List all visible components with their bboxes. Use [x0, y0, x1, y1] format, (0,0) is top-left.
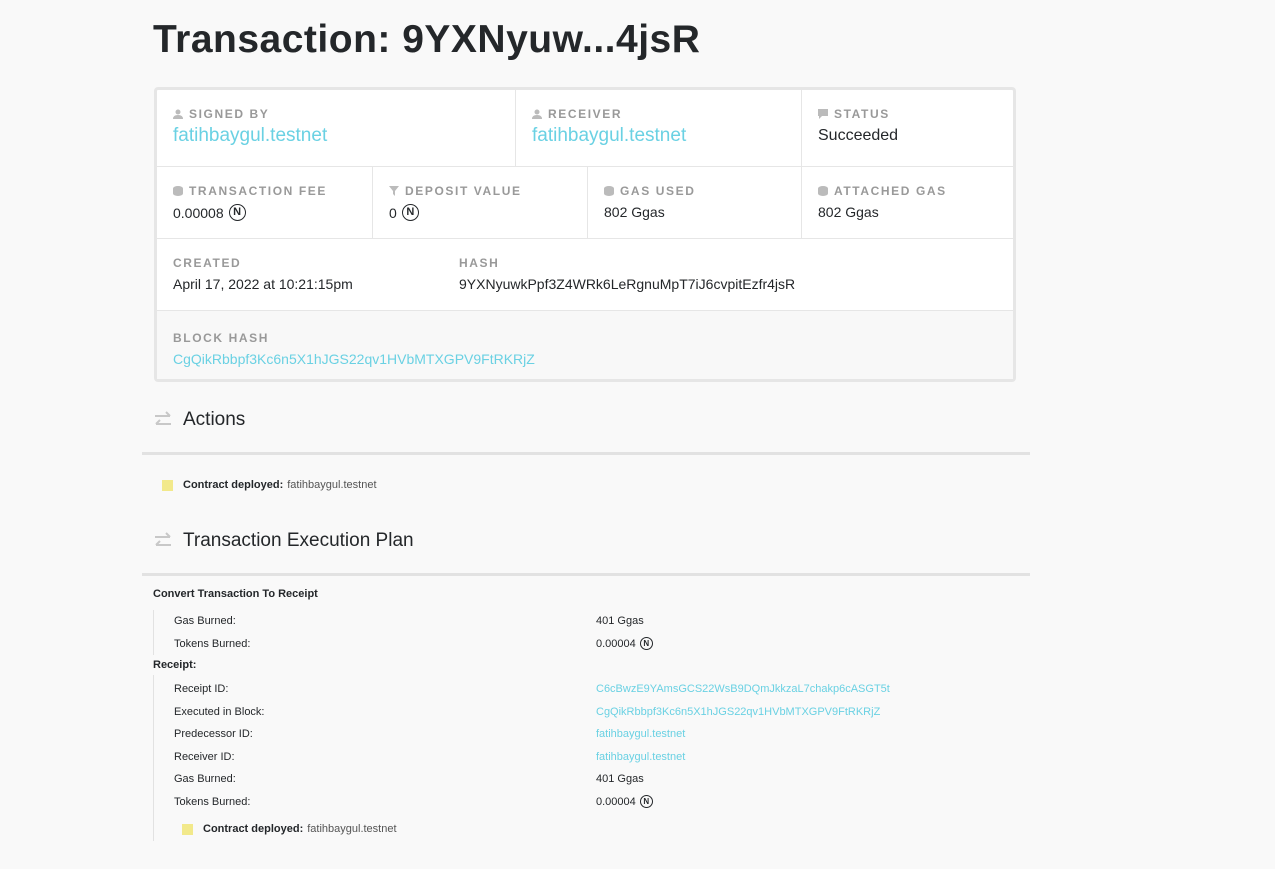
receipt-action-account: fatihbaygul.testnet: [307, 823, 397, 835]
hash-label: HASH: [459, 256, 500, 270]
receipt-row: Predecessor ID: fatihbaygul.testnet: [174, 723, 1030, 746]
execution-plan-header: Transaction Execution Plan: [153, 530, 414, 552]
transaction-overview-card: SIGNED BY fatihbaygul.testnet RECEIVER f…: [154, 87, 1016, 382]
receipt-id-link[interactable]: C6cBwzE9YAmsGCS22WsB9DQmJkkzaL7chakp6cAS…: [596, 683, 890, 695]
executed-block-link[interactable]: CgQikRbbpf3Kc6n5X1hJGS22qv1HVbMTXGPV9FtR…: [596, 706, 880, 718]
receipt-row: Executed in Block: CgQikRbbpf3Kc6n5X1hJG…: [174, 701, 1030, 724]
receiver-label: RECEIVER: [548, 107, 623, 121]
convert-key: Tokens Burned:: [174, 637, 251, 650]
receipt-row: Receiver ID: fatihbaygul.testnet: [174, 746, 1030, 769]
receipt-key: Predecessor ID:: [174, 728, 253, 741]
attached-gas-value: 802 Ggas: [818, 204, 879, 220]
block-hash-link[interactable]: CgQikRbbpf3Kc6n5X1hJGS22qv1HVbMTXGPV9FtR…: [173, 351, 1013, 367]
hash-value: 9YXNyuwkPpf3Z4WRk6LeRgnuMpT7iJ6cvpitEzfr…: [459, 276, 796, 292]
receipt-block: Receipt ID: C6cBwzE9YAmsGCS22WsB9DQmJkkz…: [153, 675, 1030, 841]
execution-plan-divider: [142, 573, 1030, 576]
action-label: Contract deployed:: [183, 479, 284, 491]
page-title: Transaction: 9YXNyuw...4jsR: [153, 18, 701, 61]
exchange-icon: [155, 532, 171, 546]
actions-divider: [142, 452, 1030, 455]
attached-gas-cell: ATTACHED GAS 802 Ggas: [802, 167, 1013, 239]
coins-icon: [173, 186, 183, 196]
convert-value: 0.00004: [596, 637, 636, 650]
created-label: CREATED: [173, 256, 242, 270]
actions-title: Actions: [183, 409, 246, 430]
deposit-value: 0: [389, 204, 397, 221]
file-icon: [162, 479, 173, 491]
convert-row: Tokens Burned: 0.00004 N: [174, 633, 1030, 656]
status-cell: STATUS Succeeded: [802, 90, 1013, 167]
receipt-key: Receipt ID:: [174, 683, 229, 696]
execution-plan-title: Transaction Execution Plan: [183, 530, 414, 551]
fee-label: TRANSACTION FEE: [189, 184, 327, 198]
receipt-key: Tokens Burned:: [174, 795, 251, 808]
signed-by-label: SIGNED BY: [189, 107, 270, 121]
near-icon: N: [639, 637, 653, 651]
receipt-row: Receipt ID: C6cBwzE9YAmsGCS22WsB9DQmJkkz…: [174, 678, 1030, 701]
receipt-action-label: Contract deployed:: [203, 823, 304, 835]
receiver-id-link[interactable]: fatihbaygul.testnet: [596, 751, 685, 763]
actions-header: Actions: [153, 409, 245, 431]
block-hash-cell: BLOCK HASH CgQikRbbpf3Kc6n5X1hJGS22qv1HV…: [157, 311, 1013, 379]
file-icon: [182, 823, 193, 835]
database-icon: [818, 186, 828, 196]
convert-title: Convert Transaction To Receipt: [153, 588, 318, 600]
convert-row: Gas Burned: 401 Ggas: [174, 610, 1030, 633]
signed-by-link[interactable]: fatihbaygul.testnet: [173, 125, 515, 147]
comment-icon: [818, 109, 828, 119]
receiver-cell: RECEIVER fatihbaygul.testnet: [516, 90, 802, 167]
execution-plan: Convert Transaction To Receipt Gas Burne…: [153, 588, 1030, 841]
deposit-cell: DEPOSIT VALUE 0 N: [373, 167, 588, 239]
hash-cell: HASH 9YXNyuwkPpf3Z4WRk6LeRgnuMpT7iJ6cvpi…: [443, 239, 1013, 311]
gas-used-value: 802 Ggas: [604, 204, 665, 220]
action-account: fatihbaygul.testnet: [287, 479, 377, 491]
status-value: Succeeded: [818, 127, 899, 144]
receipt-action-item: Contract deployed: fatihbaygul.testnet: [182, 817, 1038, 841]
fee-cell: TRANSACTION FEE 0.00008 N: [157, 167, 373, 239]
receipt-value: 401 Ggas: [596, 773, 644, 786]
database-icon: [604, 186, 614, 196]
convert-value: 401 Ggas: [596, 615, 644, 628]
action-item: Contract deployed: fatihbaygul.testnet: [162, 479, 377, 491]
convert-block: Gas Burned: 401 Ggas Tokens Burned: 0.00…: [153, 610, 1030, 655]
near-icon: N: [639, 795, 653, 809]
receipt-key: Gas Burned:: [174, 773, 236, 786]
receipt-value: 0.00004: [596, 795, 636, 808]
receipt-row: Gas Burned: 401 Ggas: [174, 768, 1030, 791]
convert-key: Gas Burned:: [174, 615, 236, 628]
filter-icon: [389, 186, 399, 196]
signed-by-cell: SIGNED BY fatihbaygul.testnet: [157, 90, 516, 167]
exchange-icon: [155, 411, 171, 425]
receiver-link[interactable]: fatihbaygul.testnet: [532, 125, 801, 147]
receipt-title: Receipt:: [153, 659, 197, 671]
user-icon: [173, 109, 183, 119]
created-cell: CREATED April 17, 2022 at 10:21:15pm: [157, 239, 443, 311]
gas-used-cell: GAS USED 802 Ggas: [588, 167, 802, 239]
gas-used-label: GAS USED: [620, 184, 696, 198]
block-hash-label: BLOCK HASH: [173, 331, 269, 345]
attached-gas-label: ATTACHED GAS: [834, 184, 947, 198]
predecessor-link[interactable]: fatihbaygul.testnet: [596, 728, 685, 740]
receipt-key: Executed in Block:: [174, 705, 265, 718]
receipt-key: Receiver ID:: [174, 750, 235, 763]
near-icon: N: [228, 204, 246, 221]
status-label: STATUS: [834, 107, 890, 121]
deposit-label: DEPOSIT VALUE: [405, 184, 522, 198]
near-icon: N: [401, 204, 419, 221]
receipt-row: Tokens Burned: 0.00004 N: [174, 791, 1030, 814]
fee-value: 0.00008: [173, 204, 224, 221]
created-value: April 17, 2022 at 10:21:15pm: [173, 276, 353, 292]
user-icon: [532, 109, 542, 119]
